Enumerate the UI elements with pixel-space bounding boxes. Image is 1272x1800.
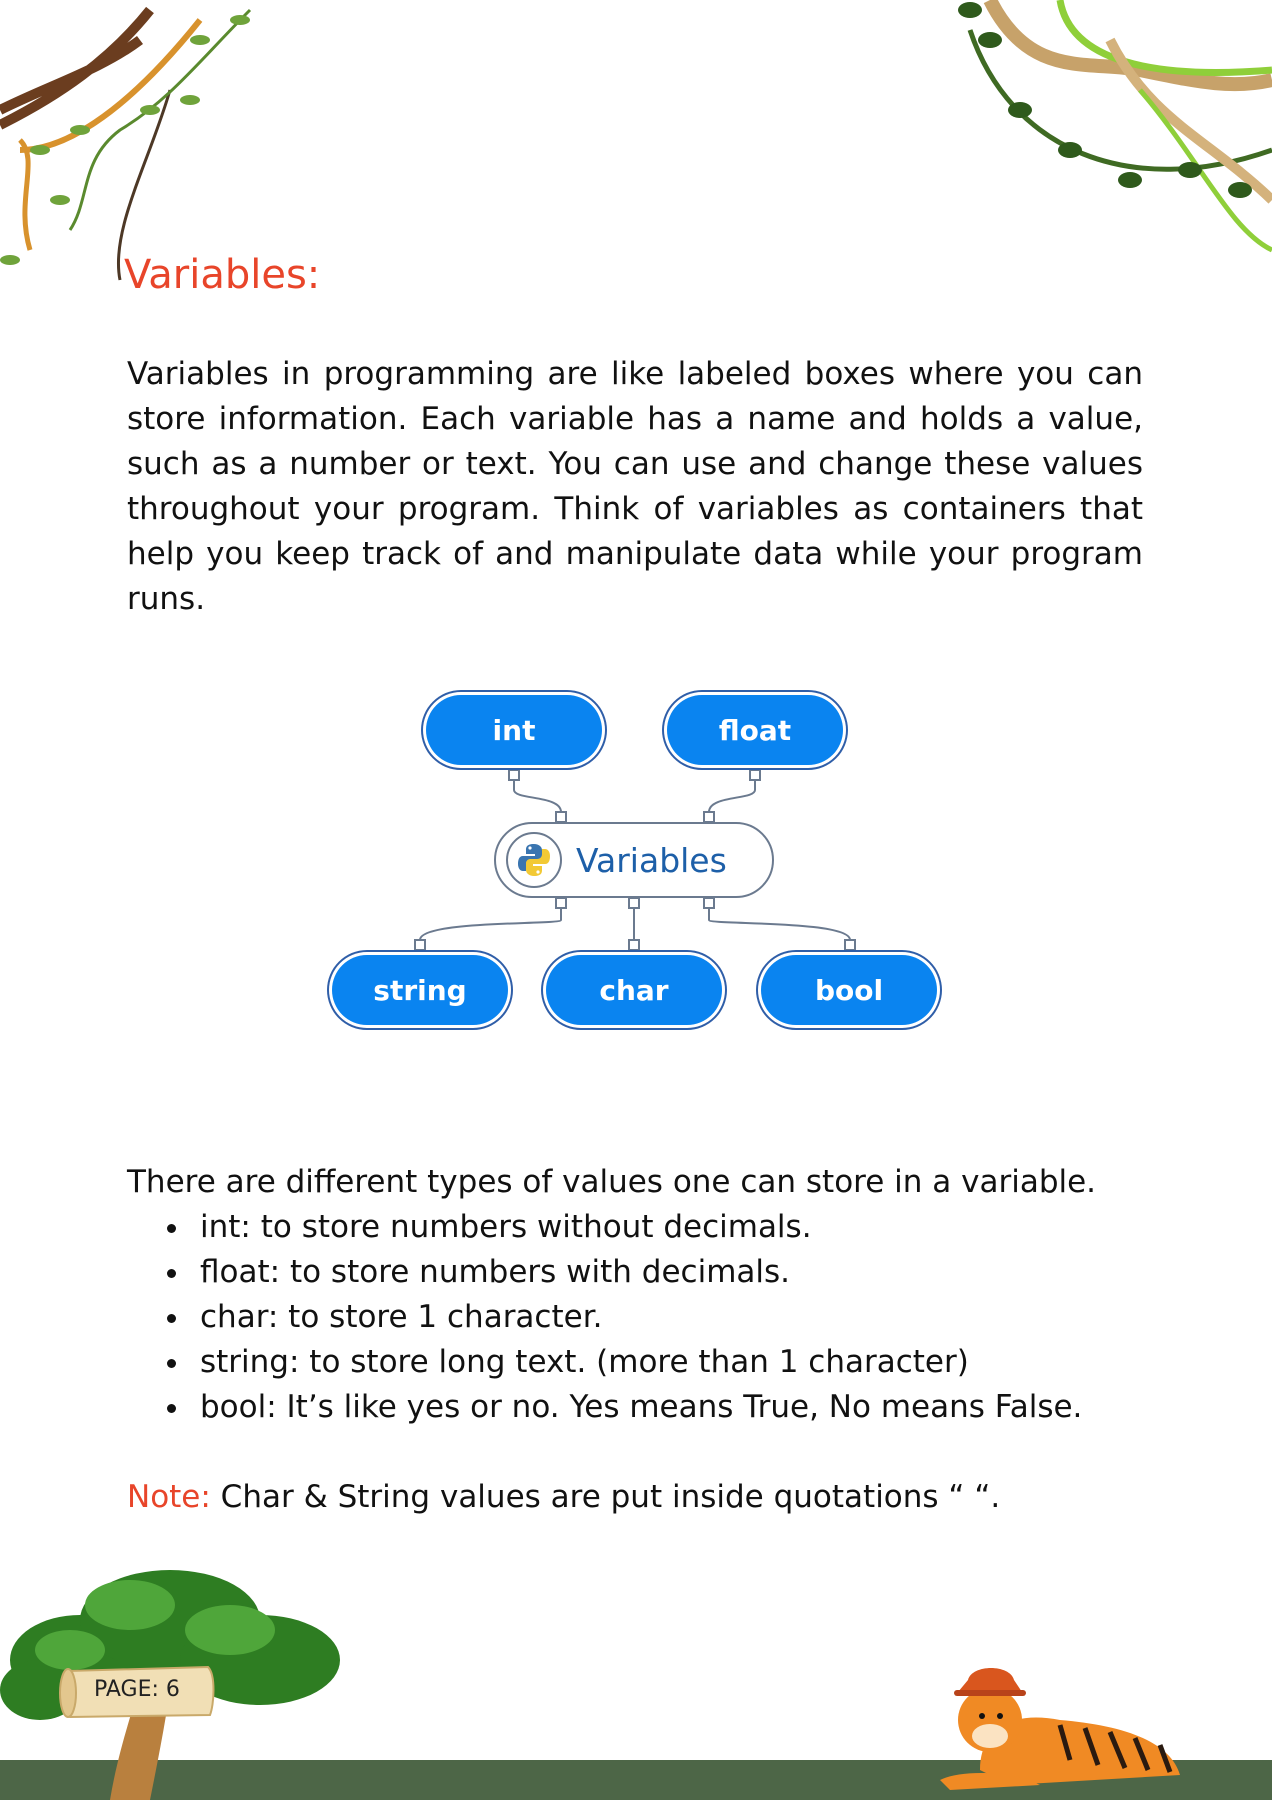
list-item: char: to store 1 character.: [192, 1295, 1082, 1340]
note-label: Note:: [127, 1479, 211, 1515]
note: Note: Char & String values are put insid…: [127, 1475, 1000, 1520]
types-intro: There are different types of values one …: [127, 1164, 1097, 1200]
types-list: int: to store numbers without decimals. …: [150, 1205, 1082, 1430]
tiger-illustration: [940, 1668, 1180, 1790]
diagram-node-float: float: [667, 695, 843, 765]
diagram-node-int: int: [426, 695, 602, 765]
note-text: Char & String values are put inside quot…: [210, 1479, 1001, 1515]
diagram-hub-label: Variables: [576, 840, 727, 880]
list-item: int: to store numbers without decimals.: [192, 1205, 1082, 1250]
page-scroll: PAGE: 6: [58, 1665, 220, 1719]
diagram-hub: Variables: [494, 822, 774, 898]
list-item: string: to store long text. (more than 1…: [192, 1340, 1082, 1385]
list-item: float: to store numbers with decimals.: [192, 1250, 1082, 1295]
diagram-node-string: string: [332, 955, 508, 1025]
list-item: bool: It’s like yes or no. Yes means Tru…: [192, 1385, 1082, 1430]
python-logo-icon: [506, 832, 562, 888]
diagram-node-char: char: [546, 955, 722, 1025]
diagram-node-bool: bool: [761, 955, 937, 1025]
diagram-connectors: [414, 769, 856, 951]
page-number: PAGE: 6: [94, 1677, 180, 1702]
